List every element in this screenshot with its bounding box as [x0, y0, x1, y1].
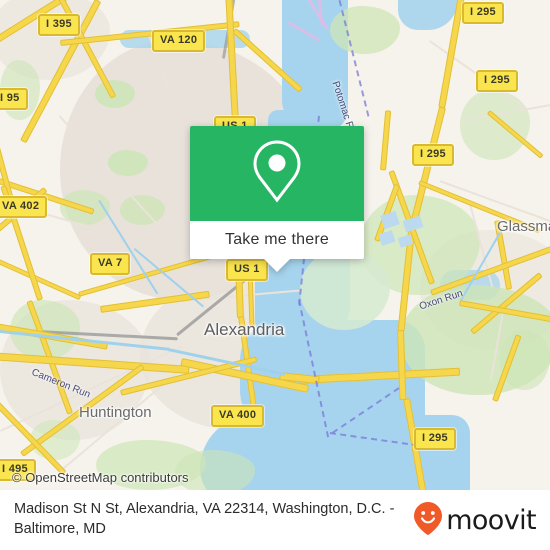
highway-shield: I 295 [462, 2, 504, 24]
place-label: Huntington [79, 404, 152, 421]
map-canvas[interactable]: I 395 VA 120 I 295 I 295 I 295 I 295 VA 402 VA … [0, 0, 550, 490]
place-label: Glassmanor [497, 218, 550, 235]
highway-shield: I 95 [0, 88, 28, 110]
highway-shield: I 295 [412, 144, 454, 166]
screenshot-root: I 395 VA 120 I 295 I 295 I 295 I 295 VA 402 VA … [0, 0, 550, 550]
popup-pointer-tail [264, 259, 290, 272]
highway-shield: I 295 [476, 70, 518, 92]
highway-shield: VA 402 [0, 196, 48, 218]
osm-attribution[interactable]: © OpenStreetMap contributors [12, 470, 189, 485]
location-pin-icon [250, 138, 304, 209]
map-destination-popup[interactable]: Take me there [190, 126, 364, 272]
highway-shield: VA 400 [211, 405, 265, 427]
location-caption: Madison St N St, Alexandria, VA 22314, W… [14, 501, 395, 537]
highway-shield: VA 120 [152, 30, 206, 52]
popup-header [190, 126, 364, 221]
moovit-smiley-pin-icon [413, 501, 443, 540]
moovit-wordmark: moovit [446, 504, 536, 536]
highway-shield: VA 7 [90, 253, 131, 275]
highway-shield: I 295 [414, 428, 456, 450]
footer-bar: Madison St N St, Alexandria, VA 22314, W… [0, 490, 550, 550]
popup-cta-row[interactable]: Take me there [190, 221, 364, 259]
moovit-logo[interactable]: moovit [413, 501, 537, 540]
take-me-there-label: Take me there [225, 231, 329, 248]
highway-shield: US 1 [226, 259, 268, 281]
place-label: Alexandria [204, 320, 285, 339]
highway-shield: I 395 [38, 14, 80, 36]
